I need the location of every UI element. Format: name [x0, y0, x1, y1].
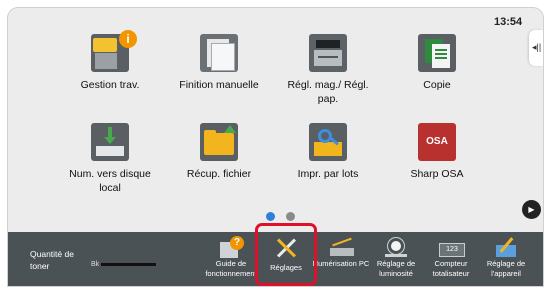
app-copie[interactable]: Copie	[387, 34, 487, 92]
clock: 13:54	[494, 16, 523, 28]
operation-guide-icon: ?	[218, 236, 244, 258]
device-settings-button[interactable]: Réglage de l'appareil	[476, 232, 536, 286]
function-label: Réglage de luminosité	[376, 259, 416, 278]
pc-scan-button[interactable]: Numérisation PC	[311, 232, 371, 286]
home-screen: 13:54 ◂|| i Gestion trav. Finition manue…	[8, 8, 543, 286]
app-recup-fichier[interactable]: Récup. fichier	[169, 123, 269, 181]
app-label: Copie	[423, 79, 451, 91]
next-page-button[interactable]: ▶	[522, 200, 541, 219]
sharp-osa-icon: OSA	[418, 123, 456, 161]
brightness-button[interactable]: Réglage de luminosité	[366, 232, 426, 286]
selected-highlight	[255, 223, 317, 286]
app-gestion-trav[interactable]: i Gestion trav.	[60, 30, 160, 92]
toner-color-label: Bk	[91, 261, 100, 268]
device-settings-icon	[493, 236, 519, 258]
app-finition-manuelle[interactable]: Finition manuelle	[169, 34, 269, 92]
app-regl-mag-pap[interactable]: Régl. mag./ Régl. pap.	[278, 34, 378, 106]
total-count-icon: 123	[438, 236, 465, 258]
toner-gauge	[101, 263, 156, 266]
page-dot[interactable]	[286, 212, 295, 221]
app-label: Num. vers disque local	[69, 168, 151, 194]
total-count-button[interactable]: 123 Compteur totalisateur	[421, 232, 481, 286]
side-panel-tab-icon: ◂||	[532, 42, 542, 52]
function-label: Numérisation PC	[312, 259, 370, 268]
batch-print-icon	[309, 123, 347, 161]
app-label: Sharp OSA	[410, 168, 464, 180]
retrieve-file-icon	[200, 123, 238, 161]
copy-icon	[418, 34, 456, 72]
app-label: Gestion trav.	[80, 79, 140, 91]
toner-label: Quantité de toner	[30, 249, 74, 271]
brightness-icon	[383, 236, 409, 258]
function-label: Compteur totalisateur	[432, 259, 470, 278]
app-sharp-osa[interactable]: OSA Sharp OSA	[387, 123, 487, 181]
pc-scan-icon	[328, 236, 354, 258]
app-label: Impr. par lots	[297, 168, 359, 180]
app-label: Régl. mag./ Régl. pap.	[287, 79, 369, 105]
app-num-vers-disque-local[interactable]: Num. vers disque local	[60, 123, 160, 195]
operation-guide-button[interactable]: ? Guide de fonctionnement	[201, 232, 261, 286]
function-label: Guide de fonctionnement	[205, 259, 257, 278]
page-dot-active[interactable]	[266, 212, 275, 221]
app-label: Finition manuelle	[179, 79, 259, 91]
app-impr-par-lots[interactable]: Impr. par lots	[278, 123, 378, 181]
app-label: Récup. fichier	[186, 168, 252, 180]
tray-settings-icon	[309, 34, 347, 72]
side-panel-tab[interactable]: ◂||	[529, 30, 543, 66]
job-status-icon: i	[91, 30, 137, 72]
scan-to-local-drive-icon	[91, 123, 129, 161]
function-label: Réglage de l'appareil	[486, 259, 526, 278]
manual-finishing-icon	[200, 34, 238, 72]
